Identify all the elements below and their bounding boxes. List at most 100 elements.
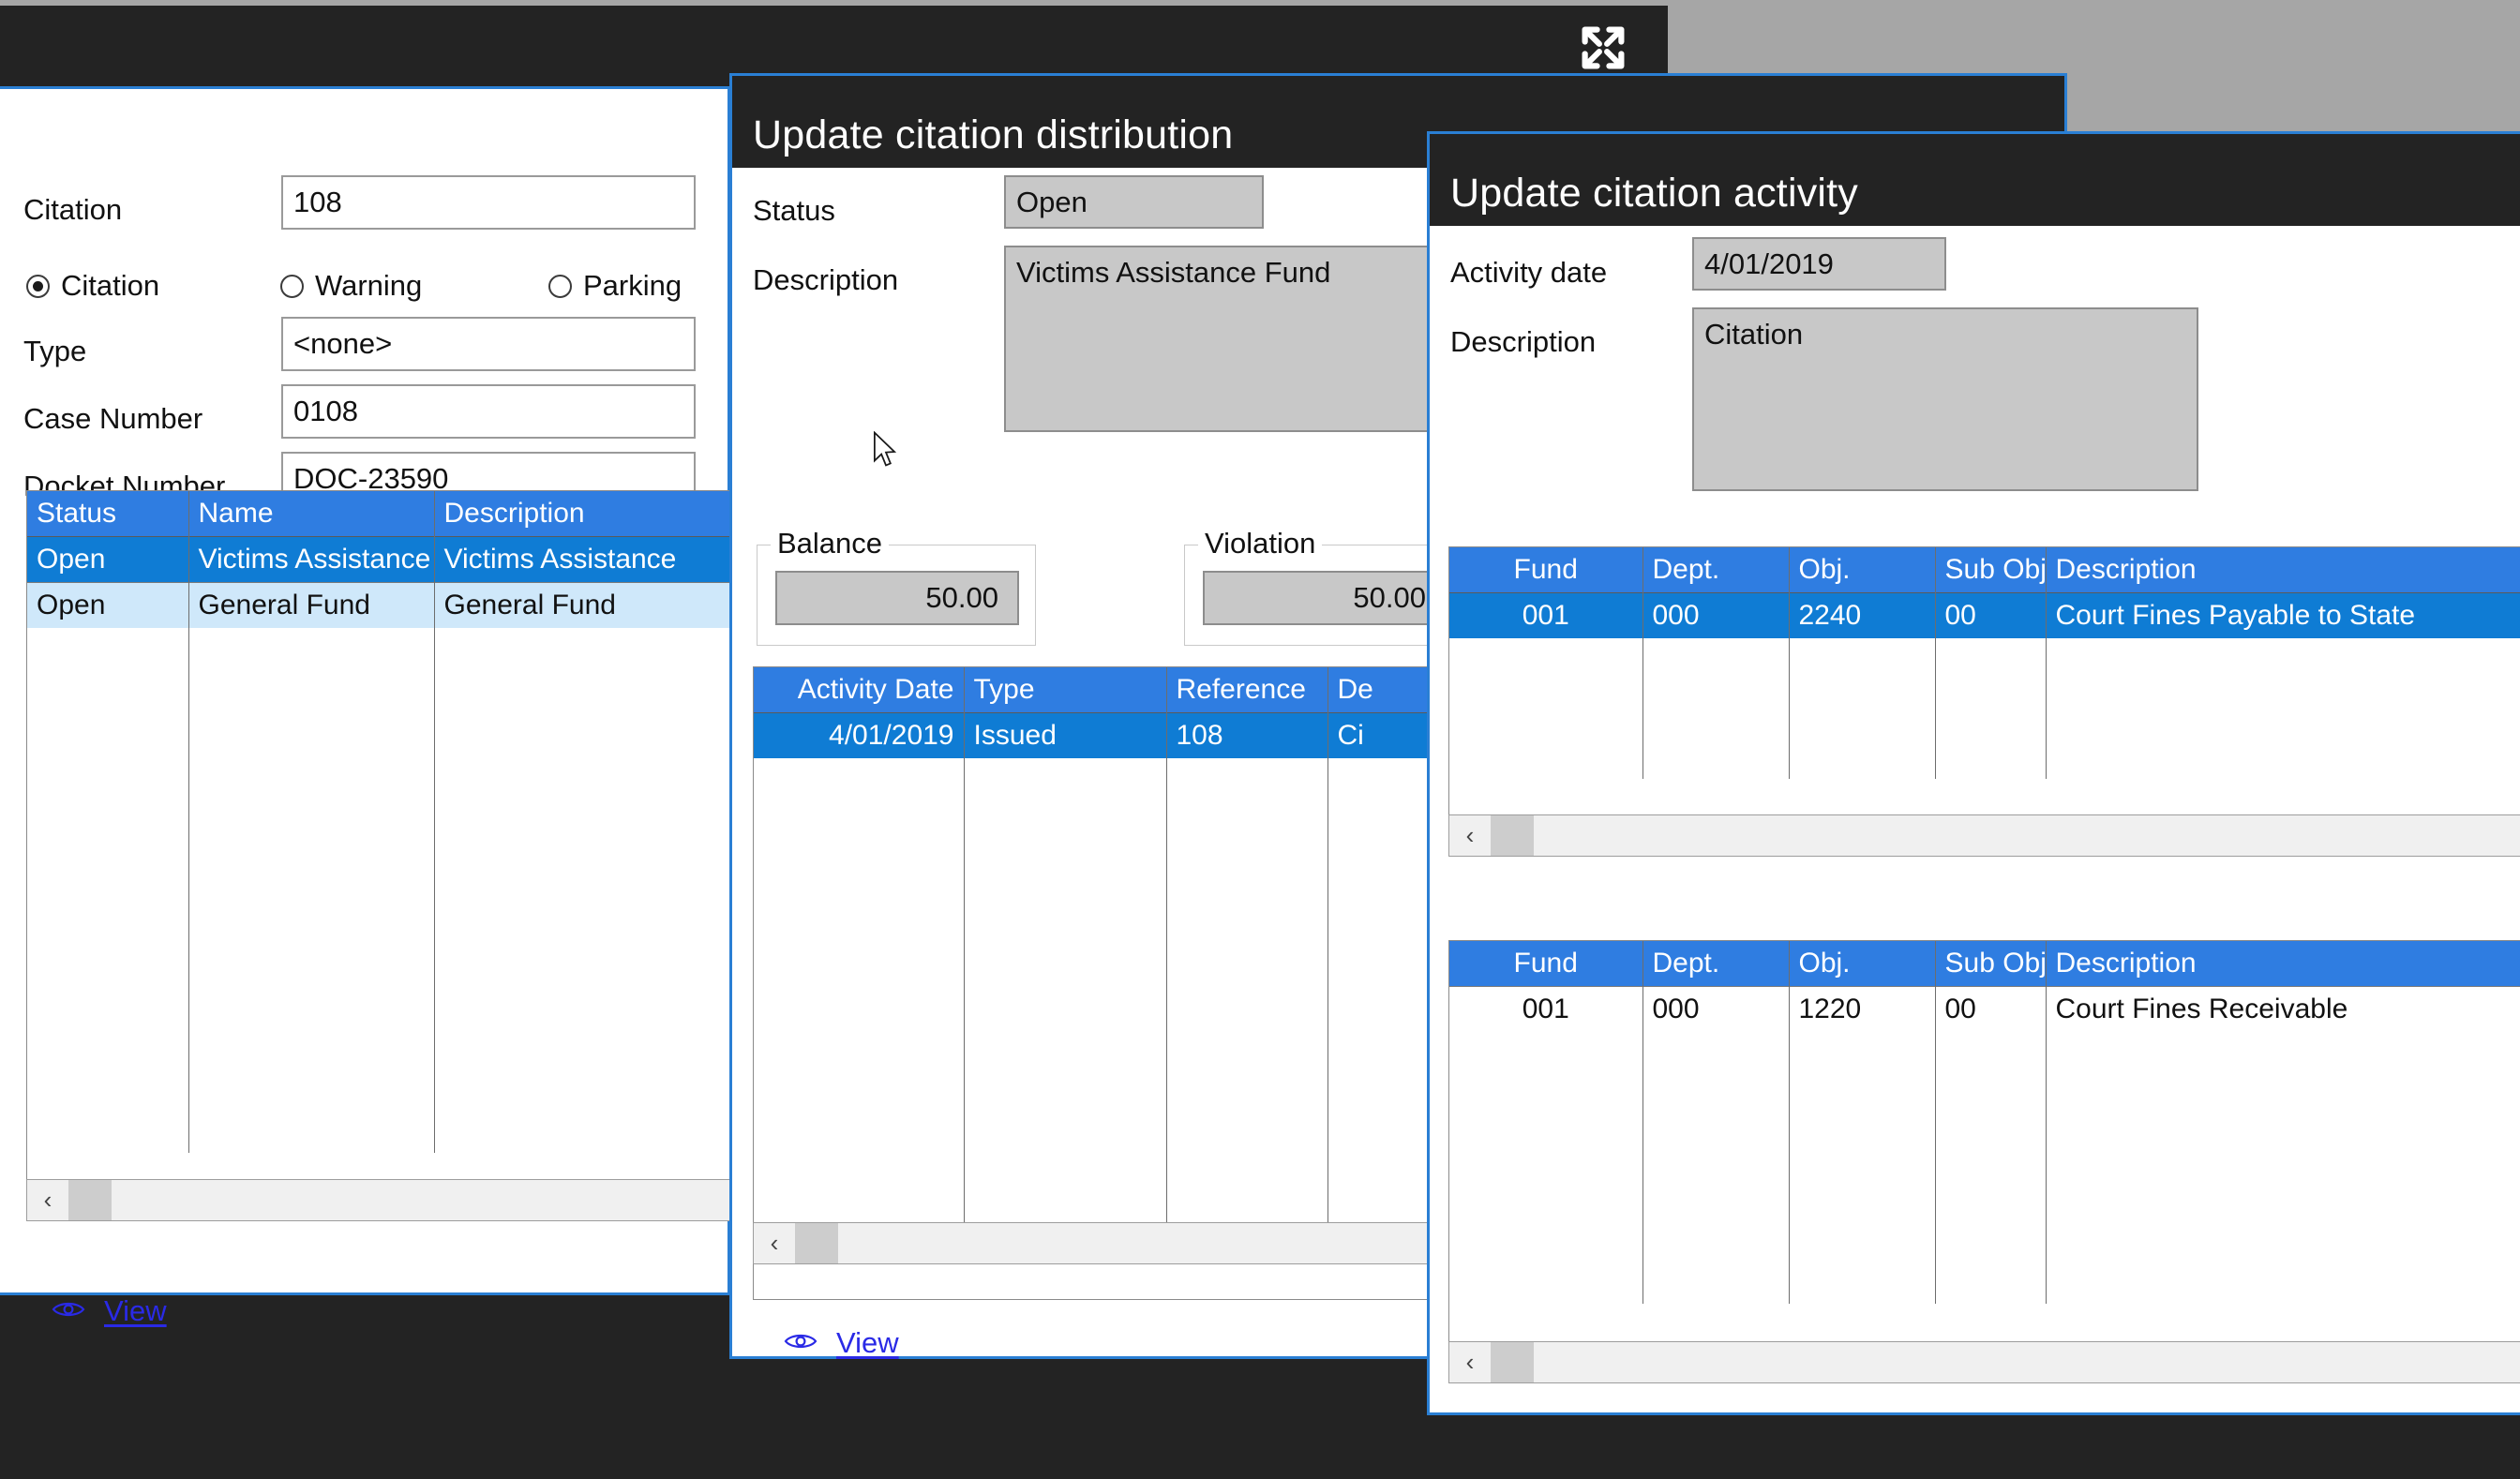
- background-panel-bottom: [1427, 1415, 2520, 1479]
- cell-description: Court Fines Payable to State: [2046, 593, 2520, 639]
- balance-label: Balance: [771, 527, 889, 560]
- scrollbar-thumb[interactable]: [68, 1180, 112, 1220]
- col-sub-obj[interactable]: Sub Obj: [1935, 547, 2046, 593]
- cell-status: Open: [27, 537, 188, 583]
- cell-status: Open: [27, 583, 188, 629]
- view-link[interactable]: View: [784, 1326, 899, 1360]
- window-title: Update citation distribution: [753, 112, 1233, 158]
- cell-fund: 001: [1449, 593, 1642, 639]
- type-label: Type: [23, 336, 86, 366]
- table-row[interactable]: Open General Fund General Fund: [27, 583, 731, 629]
- view-link-label: View: [836, 1326, 899, 1360]
- col-sub-obj[interactable]: Sub Obj: [1935, 941, 2046, 987]
- case-number-input[interactable]: 0108: [281, 384, 696, 439]
- col-status[interactable]: Status: [27, 491, 188, 537]
- cell-description: Court Fines Receivable: [2046, 987, 2520, 1033]
- radio-parking-label: Parking: [583, 269, 682, 303]
- col-description[interactable]: Description: [2046, 941, 2520, 987]
- distribution-detail-grid-bottom[interactable]: Fund Dept. Obj. Sub Obj Description 001 …: [1448, 940, 2520, 1343]
- cell-obj: 2240: [1789, 593, 1935, 639]
- col-type[interactable]: Type: [964, 667, 1166, 713]
- cell-name: Victims Assistance: [188, 537, 434, 583]
- radio-warning[interactable]: Warning: [280, 269, 422, 303]
- col-fund[interactable]: Fund: [1449, 941, 1642, 987]
- table-row[interactable]: Open Victims Assistance Victims Assistan…: [27, 537, 731, 583]
- col-obj[interactable]: Obj.: [1789, 547, 1935, 593]
- citation-label: Citation: [23, 195, 122, 224]
- radio-warning-label: Warning: [315, 269, 422, 303]
- scrollbar-thumb[interactable]: [1491, 1342, 1534, 1382]
- view-link-label: View: [104, 1294, 167, 1328]
- scroll-left-icon[interactable]: ‹: [754, 1223, 795, 1263]
- cell-description: Victims Assistance: [434, 537, 731, 583]
- table-row[interactable]: 001 000 2240 00 Court Fines Payable to S…: [1449, 593, 2520, 639]
- fullscreen-expand-icon[interactable]: [1574, 19, 1632, 82]
- eye-icon: [52, 1298, 85, 1325]
- cell-obj: 1220: [1789, 987, 1935, 1033]
- citation-window: Citation 108 Citation Warning Parking Ty…: [0, 86, 730, 1295]
- violation-label: Violation: [1198, 527, 1322, 560]
- distribution-detail-grid-top[interactable]: Fund Dept. Obj. Sub Obj Description 001 …: [1448, 546, 2520, 816]
- col-description[interactable]: Description: [434, 491, 731, 537]
- table-header-row: Status Name Description: [27, 491, 731, 537]
- radio-citation-dot: [26, 275, 50, 298]
- col-dept[interactable]: Dept.: [1642, 547, 1789, 593]
- eye-icon: [784, 1330, 818, 1357]
- cell-fund: 001: [1449, 987, 1642, 1033]
- view-link[interactable]: View: [52, 1294, 167, 1328]
- detail-grid-top-table: Fund Dept. Obj. Sub Obj Description 001 …: [1449, 547, 2520, 779]
- cell-sub-obj: 00: [1935, 593, 2046, 639]
- radio-warning-dot: [280, 275, 304, 298]
- distribution-grid-hscrollbar[interactable]: ‹: [26, 1179, 731, 1221]
- detail-grid-top-hscrollbar[interactable]: ‹: [1448, 814, 2520, 857]
- radio-citation[interactable]: Citation: [26, 269, 159, 303]
- violation-field: 50.00: [1203, 571, 1447, 625]
- col-reference[interactable]: Reference: [1166, 667, 1328, 713]
- cell-reference: 108: [1166, 713, 1328, 759]
- update-citation-activity-window: Update citation activity Activity date 4…: [1427, 131, 2520, 1415]
- distribution-grid[interactable]: Status Name Description Open Victims Ass…: [26, 490, 731, 1180]
- table-empty-row: [1449, 1032, 2520, 1304]
- col-name[interactable]: Name: [188, 491, 434, 537]
- citation-input[interactable]: 108: [281, 175, 696, 230]
- radio-parking[interactable]: Parking: [548, 269, 682, 303]
- activity-window-titlebar: Update citation activity: [1430, 134, 2520, 226]
- cell-description: Ci: [1328, 713, 1431, 759]
- col-obj[interactable]: Obj.: [1789, 941, 1935, 987]
- description-textarea: Victims Assistance Fund: [1004, 246, 1496, 432]
- window-title: Update citation activity: [1450, 171, 1858, 217]
- cell-dept: 000: [1642, 987, 1789, 1033]
- scrollbar-thumb[interactable]: [795, 1223, 838, 1263]
- detail-grid-bottom-hscrollbar[interactable]: ‹: [1448, 1341, 2520, 1383]
- table-header-row: Fund Dept. Obj. Sub Obj Description: [1449, 941, 2520, 987]
- col-description[interactable]: De: [1328, 667, 1431, 713]
- scroll-left-icon[interactable]: ‹: [27, 1180, 68, 1220]
- table-empty-row: [27, 628, 731, 1153]
- radio-parking-dot: [548, 275, 572, 298]
- cell-name: General Fund: [188, 583, 434, 629]
- table-header-row: Fund Dept. Obj. Sub Obj Description: [1449, 547, 2520, 593]
- table-row[interactable]: 001 000 1220 00 Court Fines Receivable: [1449, 987, 2520, 1033]
- col-activity-date[interactable]: Activity Date: [754, 667, 964, 713]
- table-empty-row: [1449, 638, 2520, 779]
- scrollbar-thumb[interactable]: [1491, 815, 1534, 856]
- cell-type: Issued: [964, 713, 1166, 759]
- case-number-label: Case Number: [23, 404, 202, 433]
- type-select[interactable]: <none>: [281, 317, 696, 371]
- radio-citation-label: Citation: [61, 269, 159, 303]
- cell-description: General Fund: [434, 583, 731, 629]
- col-dept[interactable]: Dept.: [1642, 941, 1789, 987]
- scroll-left-icon[interactable]: ‹: [1449, 815, 1491, 856]
- scroll-left-icon[interactable]: ‹: [1449, 1342, 1491, 1382]
- status-field: Open: [1004, 175, 1264, 229]
- cell-sub-obj: 00: [1935, 987, 2046, 1033]
- detail-grid-bottom-table: Fund Dept. Obj. Sub Obj Description 001 …: [1449, 941, 2520, 1304]
- description-label: Description: [1450, 327, 1596, 356]
- description-textarea[interactable]: Citation: [1692, 307, 2198, 491]
- balance-field: 50.00: [775, 571, 1019, 625]
- col-description[interactable]: Description: [2046, 547, 2520, 593]
- cell-activity-date: 4/01/2019: [754, 713, 964, 759]
- activity-date-field: 4/01/2019: [1692, 237, 1946, 291]
- distribution-grid-table: Status Name Description Open Victims Ass…: [27, 491, 731, 1153]
- col-fund[interactable]: Fund: [1449, 547, 1642, 593]
